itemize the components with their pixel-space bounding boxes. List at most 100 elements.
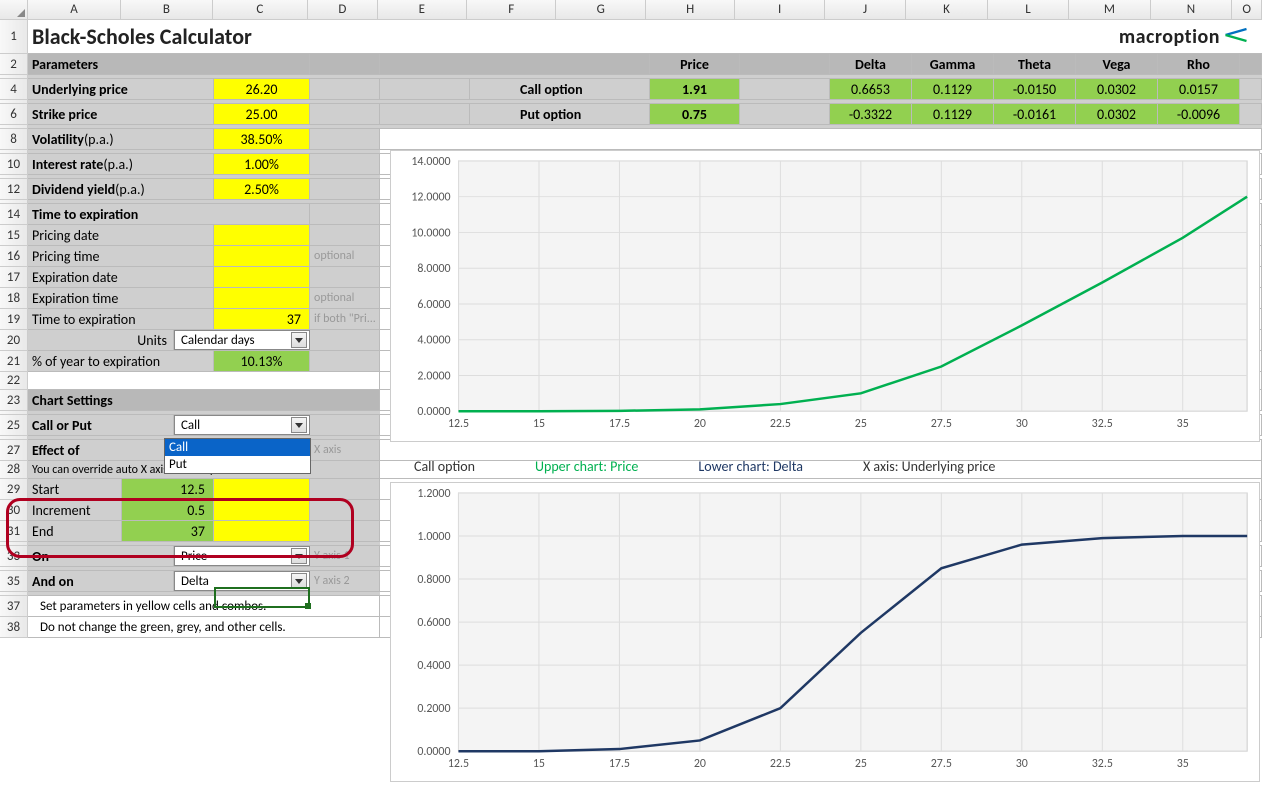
row-29[interactable]: 29	[0, 479, 28, 500]
col-O[interactable]: O	[1232, 0, 1262, 19]
select-all-corner[interactable]	[0, 0, 28, 19]
help-text-2: Do not change the green, grey, and other…	[28, 617, 380, 637]
call-theta: -0.0150	[994, 79, 1076, 99]
on-dropdown[interactable]: Price	[174, 546, 310, 566]
row-21[interactable]: 21	[0, 351, 28, 372]
svg-text:4.0000: 4.0000	[417, 334, 450, 348]
row-27[interactable]: 27	[0, 440, 28, 461]
row-1[interactable]: 1	[0, 20, 28, 54]
row-33[interactable]: 33	[0, 546, 28, 567]
svg-text:35: 35	[1177, 757, 1189, 771]
row-30[interactable]: 30	[0, 500, 28, 521]
row-22[interactable]: 22	[0, 372, 28, 390]
svg-text:20: 20	[694, 417, 706, 431]
exp-time-label: Expiration time	[28, 288, 214, 308]
row-28[interactable]: 28	[0, 461, 28, 479]
col-I[interactable]: I	[735, 0, 824, 19]
worksheet-grid[interactable]: Black-Scholes Calculator macroption Para…	[28, 20, 1262, 638]
rate-input[interactable]: 1.00%	[214, 154, 310, 174]
legend-opt: Call option	[414, 458, 475, 475]
chevron-down-icon[interactable]	[291, 548, 307, 564]
start-auto: 12.5	[122, 479, 214, 499]
put-price: 0.75	[650, 104, 740, 124]
end-auto: 37	[122, 521, 214, 541]
exp-time-input[interactable]	[214, 288, 310, 308]
end-override[interactable]	[214, 521, 310, 541]
svg-text:35: 35	[1177, 417, 1189, 431]
svg-text:0.0000: 0.0000	[417, 405, 450, 419]
row-18[interactable]: 18	[0, 288, 28, 309]
col-F[interactable]: F	[467, 0, 556, 19]
div-label: Dividend yield (p.a.)	[28, 179, 214, 199]
vol-input[interactable]: 38.50%	[214, 129, 310, 149]
row-12[interactable]: 12	[0, 179, 28, 200]
call-label: Call option	[470, 79, 650, 99]
call-put-dropdown-list[interactable]: Call Put	[164, 438, 311, 474]
put-label: Put option	[470, 104, 650, 124]
start-override[interactable]	[214, 479, 310, 499]
row-37[interactable]: 37	[0, 596, 28, 617]
row-31[interactable]: 31	[0, 521, 28, 542]
row-20[interactable]: 20	[0, 330, 28, 351]
strike-label: Strike price	[28, 104, 214, 124]
col-H[interactable]: H	[646, 0, 735, 19]
row-23[interactable]: 23	[0, 390, 28, 411]
row-header-col: 1 2 4 6 8 10 12 14 15 16 17 18 19 20 21 …	[0, 20, 28, 638]
row-19[interactable]: 19	[0, 309, 28, 330]
row-35[interactable]: 35	[0, 571, 28, 592]
note-xaxis: X axis	[310, 440, 380, 460]
svg-text:0.6000: 0.6000	[417, 616, 450, 630]
units-dropdown[interactable]: Calendar days	[174, 330, 310, 350]
row-2[interactable]: 2	[0, 54, 28, 75]
delta-chart[interactable]: 0.00000.20000.40000.60000.80001.00001.20…	[390, 482, 1260, 782]
dd-item-put[interactable]: Put	[165, 456, 310, 473]
col-J[interactable]: J	[825, 0, 906, 19]
svg-text:25: 25	[855, 757, 867, 771]
row-16[interactable]: 16	[0, 246, 28, 267]
row-8[interactable]: 8	[0, 129, 28, 150]
row-4[interactable]: 4	[0, 79, 28, 100]
tte-input[interactable]: 37	[214, 309, 310, 329]
row-17[interactable]: 17	[0, 267, 28, 288]
div-input[interactable]: 2.50%	[214, 179, 310, 199]
brand-logo: macroption	[1119, 20, 1262, 53]
chevron-down-icon[interactable]	[291, 573, 307, 589]
pricing-date-input[interactable]	[214, 225, 310, 245]
underlying-label: Underlying price	[28, 79, 214, 99]
inc-auto: 0.5	[122, 500, 214, 520]
col-N[interactable]: N	[1151, 0, 1232, 19]
row-25[interactable]: 25	[0, 415, 28, 436]
note-yaxis1: Y axis 1	[310, 546, 380, 566]
exp-date-input[interactable]	[214, 267, 310, 287]
col-D[interactable]: D	[308, 0, 378, 19]
col-L[interactable]: L	[988, 0, 1069, 19]
call-put-dropdown[interactable]: Call Call Put	[174, 415, 310, 435]
col-K[interactable]: K	[906, 0, 987, 19]
strike-input[interactable]: 25.00	[214, 104, 310, 124]
col-B[interactable]: B	[121, 0, 212, 19]
pricing-time-input[interactable]	[214, 246, 310, 266]
col-A[interactable]: A	[28, 0, 121, 19]
svg-text:15: 15	[533, 757, 545, 771]
col-G[interactable]: G	[556, 0, 645, 19]
inc-override[interactable]	[214, 500, 310, 520]
svg-text:12.0000: 12.0000	[411, 191, 450, 205]
chevron-down-icon[interactable]	[291, 417, 307, 433]
row-14[interactable]: 14	[0, 204, 28, 225]
col-C[interactable]: C	[213, 0, 308, 19]
call-vega: 0.0302	[1076, 79, 1158, 99]
dd-item-call[interactable]: Call	[165, 439, 310, 456]
exp-date-label: Expiration date	[28, 267, 214, 287]
row-38[interactable]: 38	[0, 617, 28, 638]
chevron-down-icon[interactable]	[291, 332, 307, 348]
units-label: Units	[28, 330, 174, 350]
price-chart[interactable]: 0.00002.00004.00006.00008.000010.000012.…	[390, 150, 1260, 442]
row-6[interactable]: 6	[0, 104, 28, 125]
svg-text:32.5: 32.5	[1092, 757, 1113, 771]
underlying-input[interactable]: 26.20	[214, 79, 310, 99]
col-E[interactable]: E	[378, 0, 467, 19]
col-M[interactable]: M	[1069, 0, 1150, 19]
and-on-dropdown[interactable]: Delta	[174, 571, 310, 591]
row-15[interactable]: 15	[0, 225, 28, 246]
row-10[interactable]: 10	[0, 154, 28, 175]
